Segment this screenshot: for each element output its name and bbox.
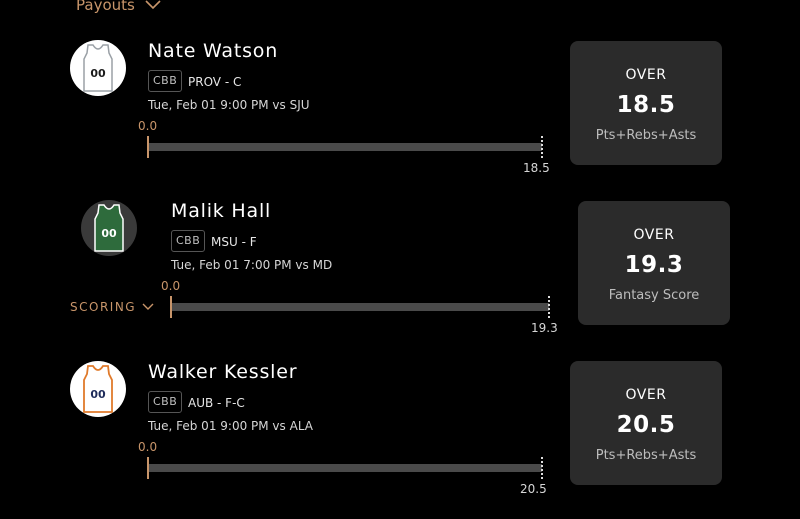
scoring-dropdown[interactable]: SCORING [70,300,154,314]
game-info: Tue, Feb 01 9:00 PM vs SJU [148,98,310,112]
projection-box[interactable]: OVER 18.5 Pts+Rebs+Asts [570,41,722,165]
progress-start-marker [147,136,149,158]
progress-end-marker [548,296,550,318]
projection-box[interactable]: OVER 20.5 Pts+Rebs+Asts [570,361,722,485]
jersey-icon: 00 [83,44,113,92]
progress-max-label: 20.5 [520,482,547,496]
jersey-icon: 00 [83,365,113,413]
progress-track [171,303,549,311]
player-name: Malik Hall [171,200,272,222]
game-info: Tue, Feb 01 7:00 PM vs MD [171,258,333,272]
team-position: AUB - F-C [188,396,245,410]
team-position: PROV - C [188,75,242,89]
player-name: Walker Kessler [148,361,298,383]
player-avatar: 00 [81,200,137,256]
progress-min-label: 0.0 [161,279,181,293]
direction-label: OVER [625,387,667,403]
stat-type: Pts+Rebs+Asts [595,448,697,463]
progress-end-marker [541,457,543,479]
league-badge: CBB [148,70,183,92]
player-avatar: 00 [70,361,126,417]
line-value: 19.3 [624,252,684,278]
projection-box[interactable]: OVER 19.3 Fantasy Score [578,201,730,325]
progress-min-label: 0.0 [138,119,158,133]
progress-start-marker [170,296,172,318]
pick-card[interactable]: 00 Malik Hall CBB MSU - F Tue, Feb 01 7:… [0,160,800,335]
progress-min-label: 0.0 [138,440,158,454]
stat-type: Pts+Rebs+Asts [595,128,697,143]
direction-label: OVER [633,227,675,243]
player-avatar: 00 [70,40,126,96]
player-name: Nate Watson [148,40,279,62]
pick-card[interactable]: 00 Nate Watson CBB PROV - C Tue, Feb 01 … [0,0,800,175]
jersey-icon: 00 [94,204,124,252]
league-badge: CBB [148,391,183,413]
jersey-number: 00 [90,67,106,80]
league-badge: CBB [171,230,206,252]
progress-track [148,464,542,472]
direction-label: OVER [625,67,667,83]
line-value: 20.5 [616,412,676,438]
stat-type: Fantasy Score [608,288,700,303]
chevron-down-icon [142,303,154,310]
progress-start-marker [147,457,149,479]
line-value: 18.5 [616,92,676,118]
pick-card[interactable]: 00 Walker Kessler CBB AUB - F-C Tue, Feb… [0,320,800,496]
game-info: Tue, Feb 01 9:00 PM vs ALA [148,419,313,433]
scoring-label: SCORING [70,300,137,314]
jersey-number: 00 [101,227,117,240]
progress-track [148,143,542,151]
progress-end-marker [541,136,543,158]
jersey-number: 00 [90,388,106,401]
team-position: MSU - F [211,235,257,249]
